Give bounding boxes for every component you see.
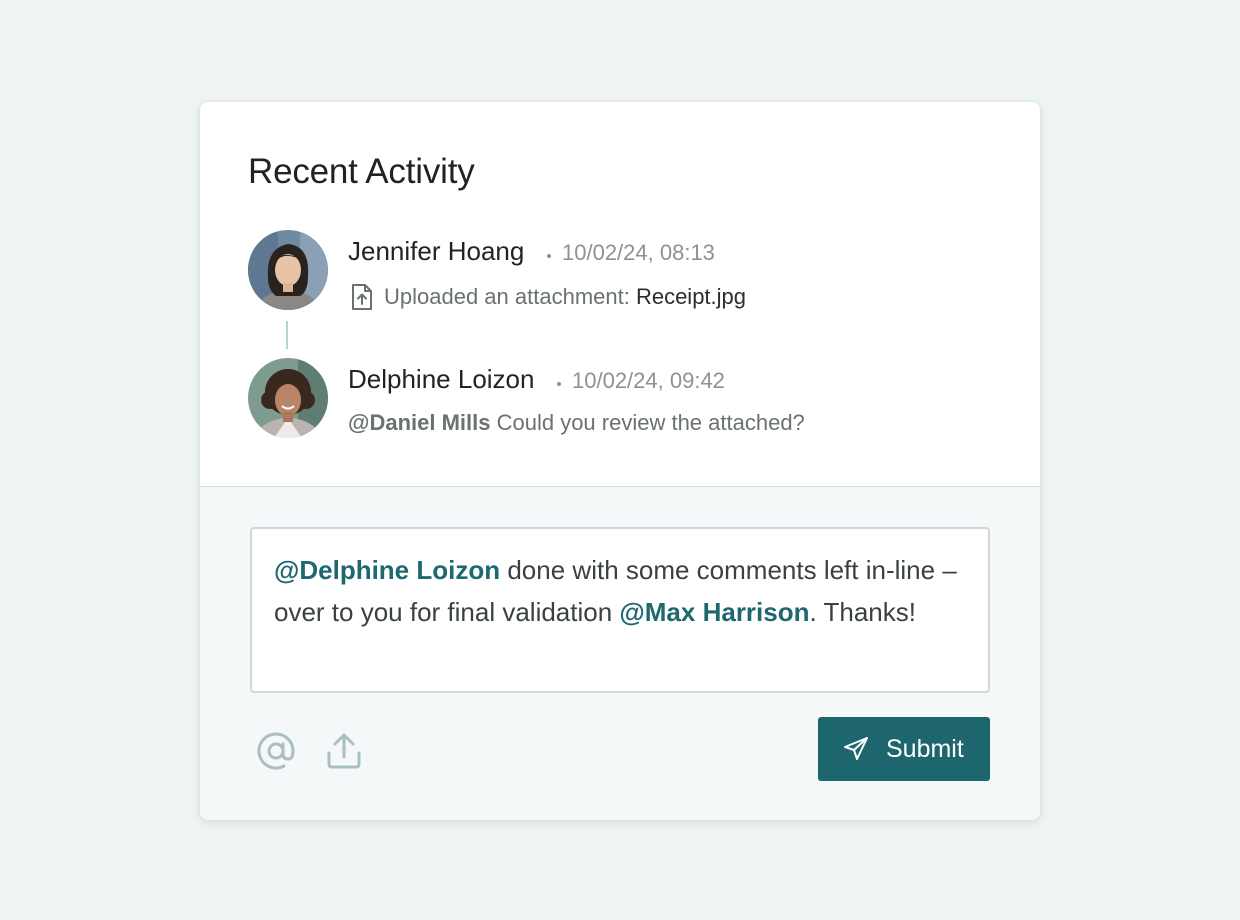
upload-icon[interactable] [322, 729, 366, 773]
comment-input-text: . Thanks! [809, 597, 916, 627]
timeline-connector [286, 321, 288, 349]
avatar-jennifer-hoang[interactable] [248, 230, 328, 310]
at-sign-icon[interactable] [254, 729, 298, 773]
separator-dot [547, 254, 551, 258]
comment-input[interactable]: @Delphine Loizon done with some comments… [250, 527, 990, 693]
activity-timestamp: 10/02/24, 08:13 [562, 240, 715, 265]
attachment-link[interactable]: Receipt.jpg [636, 284, 746, 309]
mention-token: @Delphine Loizon [274, 555, 501, 585]
file-upload-icon [350, 283, 374, 311]
submit-label: Submit [886, 734, 964, 763]
mention-token: @Max Harrison [619, 597, 810, 627]
mention-link[interactable]: @Daniel Mills [348, 410, 490, 435]
activity-section: Recent Activity Jennifer Hoang 10/02/24,… [200, 102, 1040, 486]
card-title: Recent Activity [248, 152, 475, 191]
avatar-delphine-loizon[interactable] [248, 358, 328, 438]
activity-action-text: Uploaded an attachment: [384, 284, 636, 309]
activity-description: Uploaded an attachment: Receipt.jpg [384, 284, 746, 310]
submit-button[interactable]: Submit [818, 717, 990, 781]
separator-dot [557, 382, 561, 386]
comment-text: Could you review the attached? [490, 410, 805, 435]
activity-author[interactable]: Jennifer Hoang [348, 236, 524, 267]
composer-section: @Delphine Loizon done with some comments… [200, 486, 1040, 820]
activity-card: Recent Activity Jennifer Hoang 10/02/24,… [200, 102, 1040, 820]
activity-comment: @Daniel Mills Could you review the attac… [348, 410, 805, 436]
activity-timestamp: 10/02/24, 09:42 [572, 368, 725, 393]
send-icon [842, 735, 870, 763]
activity-author[interactable]: Delphine Loizon [348, 364, 534, 395]
